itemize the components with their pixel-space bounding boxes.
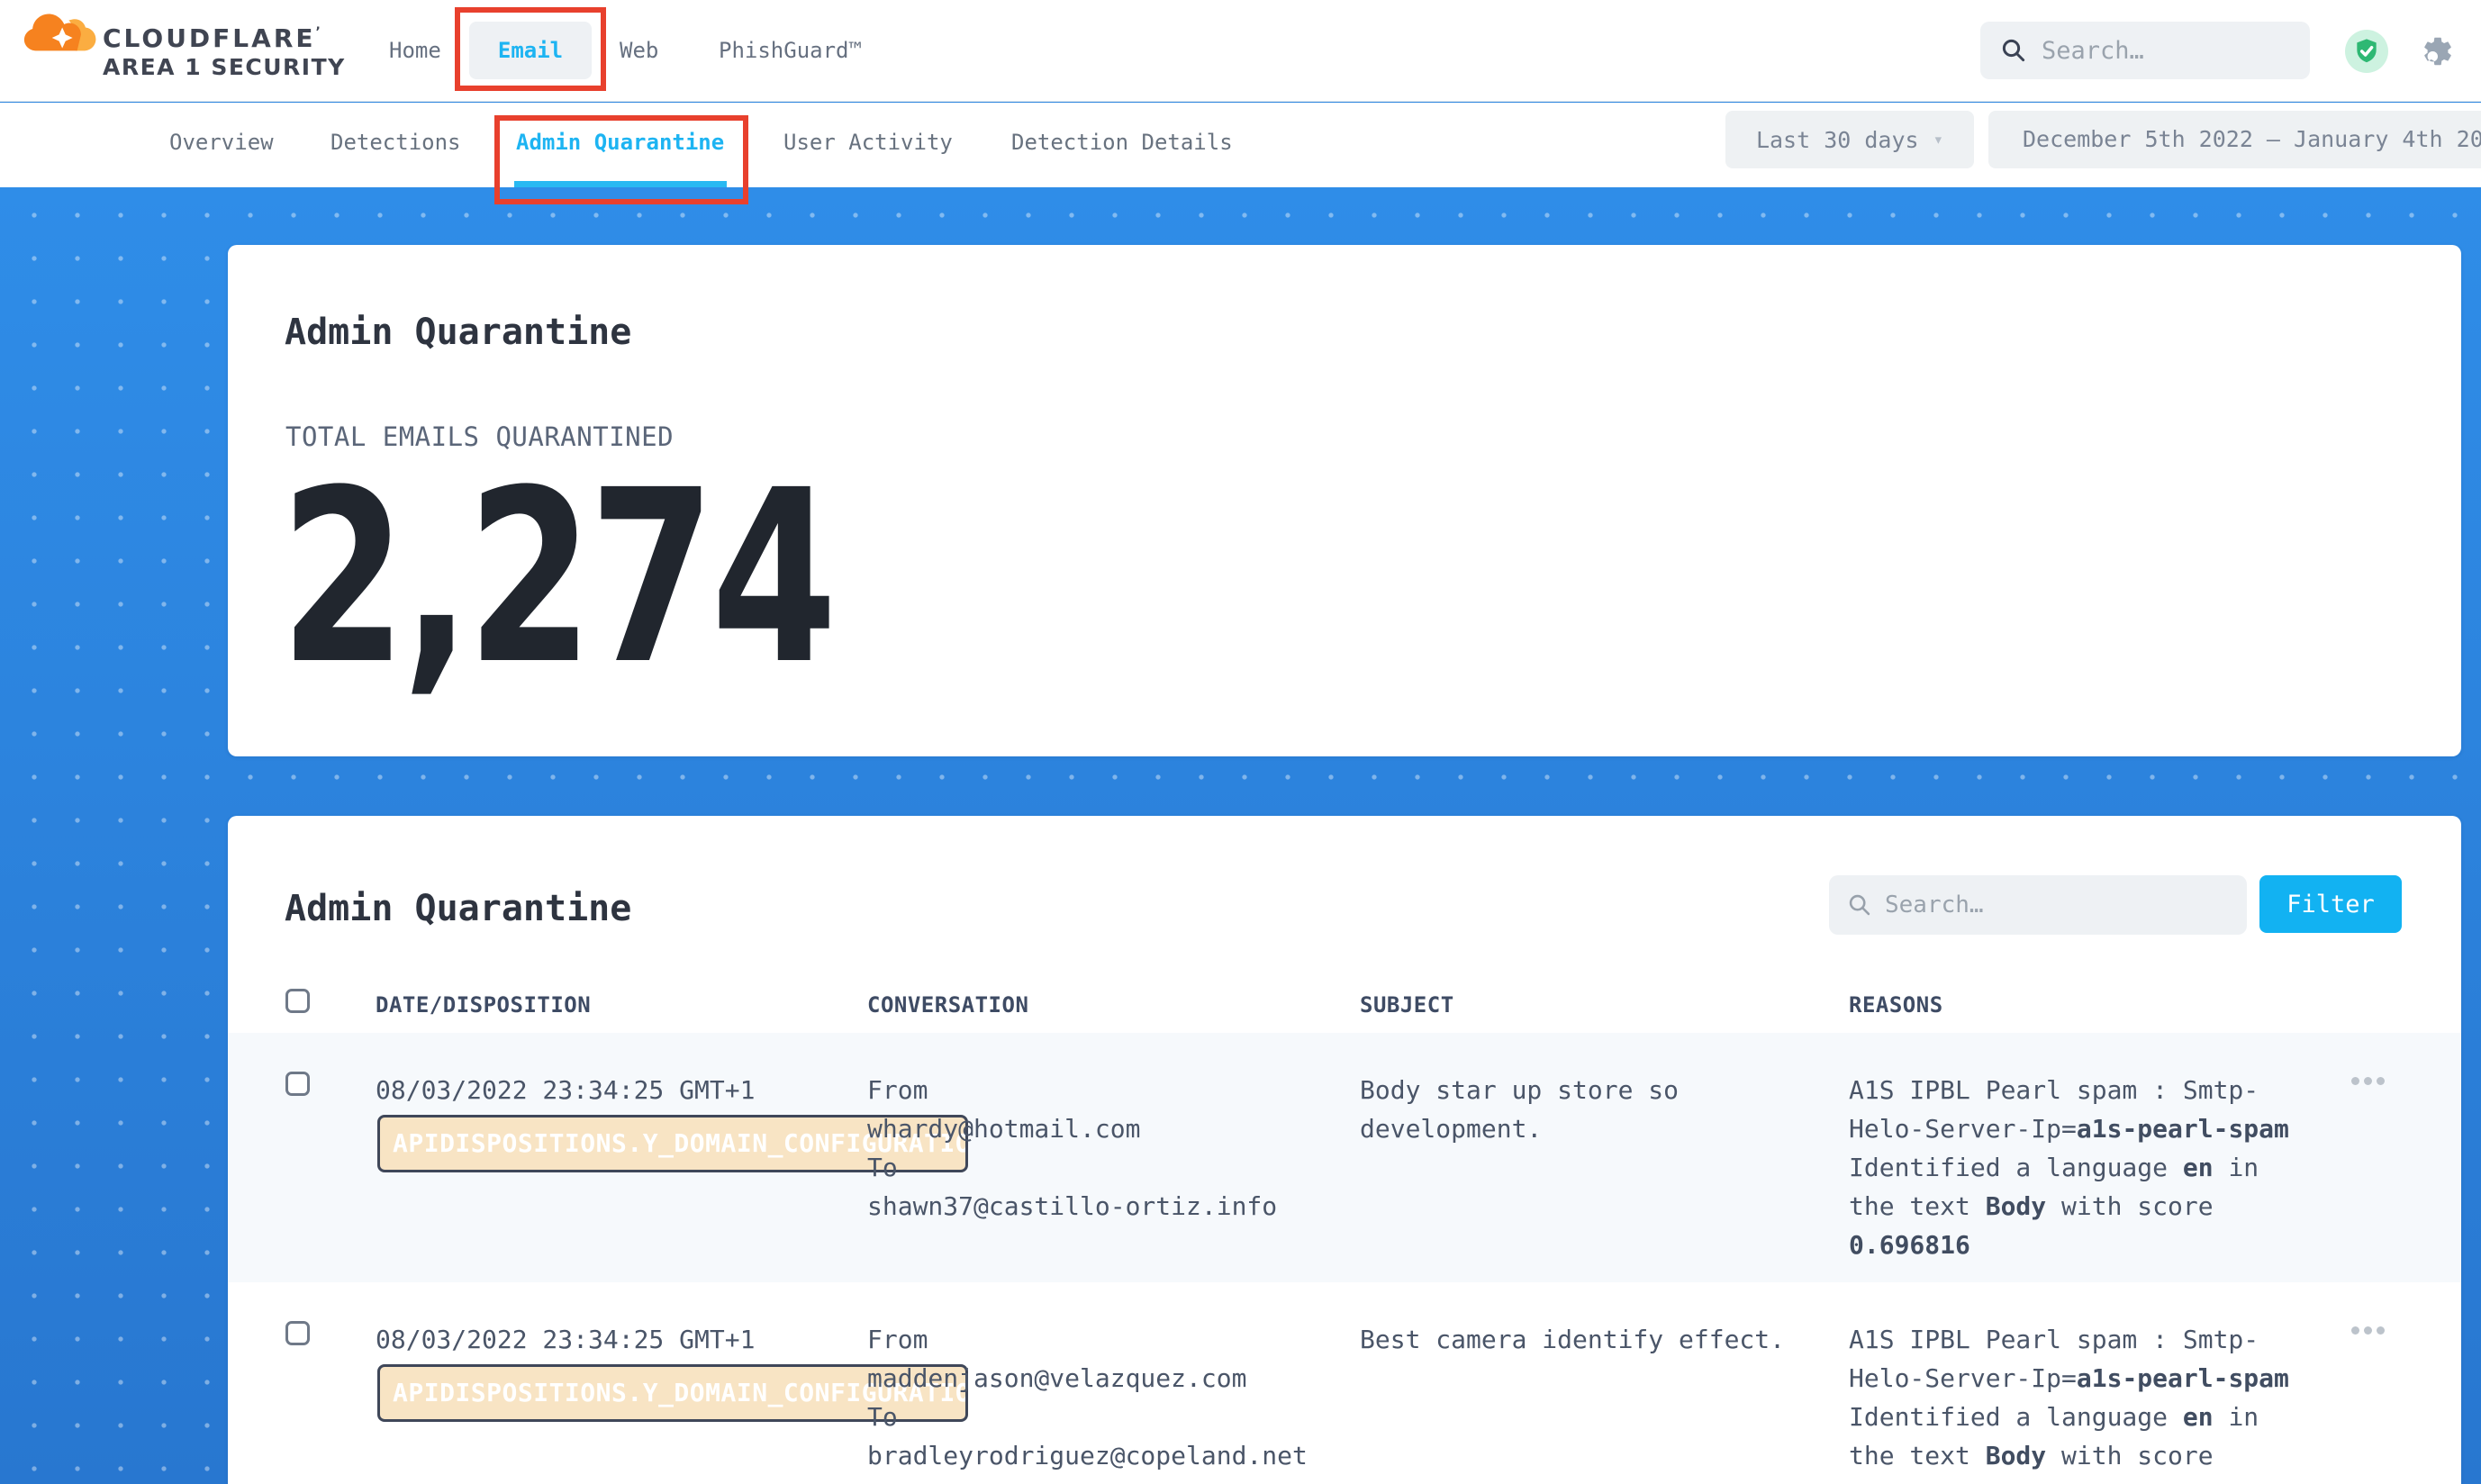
email-subnav: Overview Detections Admin Quarantine Use… xyxy=(0,103,2481,187)
ellipsis-icon xyxy=(2351,1326,2359,1335)
top-header: CLOUDFLARE’ AREA 1 SECURITY Home Email W… xyxy=(0,0,2481,102)
filter-button[interactable]: Filter xyxy=(2259,875,2402,933)
column-header-subject[interactable]: SUBJECT xyxy=(1360,992,1454,1018)
table-row: 08/03/2022 23:34:25 GMT+1 APIDISPOSITION… xyxy=(228,1282,2461,1484)
row-date: 08/03/2022 23:34:25 GMT+1 xyxy=(376,1320,867,1359)
global-search[interactable] xyxy=(1980,22,2310,79)
brand-trademark: ’ xyxy=(316,25,323,40)
topnav-item-home[interactable]: Home xyxy=(389,0,441,102)
subtab-detection-details[interactable]: Detection Details xyxy=(1011,103,1233,187)
row-subject: Body star up store so development. xyxy=(1360,1071,1815,1148)
subtab-user-activity[interactable]: User Activity xyxy=(783,103,953,187)
protection-status-badge[interactable] xyxy=(2345,30,2388,73)
to-label: To xyxy=(867,1148,1331,1187)
quarantine-card-title: Admin Quarantine xyxy=(285,888,631,929)
date-range-display[interactable]: December 5th 2022 — January 4th 2023 xyxy=(1988,111,2481,168)
row-checkbox[interactable] xyxy=(285,1321,310,1345)
table-row: 08/03/2022 23:34:25 GMT+1 APIDISPOSITION… xyxy=(228,1033,2461,1282)
period-dropdown-label: Last 30 days xyxy=(1756,127,1919,153)
period-dropdown[interactable]: Last 30 days ▾ xyxy=(1725,111,1974,168)
to-label: To xyxy=(867,1398,1331,1436)
global-search-input[interactable] xyxy=(2042,37,2294,65)
summary-card: Admin Quarantine TOTAL EMAILS QUARANTINE… xyxy=(228,245,2461,756)
topnav-item-web[interactable]: Web xyxy=(620,0,658,102)
ellipsis-icon xyxy=(2351,1077,2359,1085)
cloudflare-logo-icon[interactable] xyxy=(22,7,99,59)
row-conversation: From whardy@hotmail.com To shawn37@casti… xyxy=(867,1071,1331,1226)
subtab-admin-quarantine[interactable]: Admin Quarantine xyxy=(516,103,724,187)
from-address: maddenjason@velazquez.com xyxy=(867,1359,1331,1398)
table-search-input[interactable] xyxy=(1885,891,2191,918)
row-reasons: A1S IPBL Pearl spam : Smtp-Helo-Server-I… xyxy=(1849,1071,2304,1264)
topnav-item-phishguard[interactable]: PhishGuard™ xyxy=(719,0,862,102)
column-header-conversation[interactable]: CONVERSATION xyxy=(867,992,1028,1018)
from-label: From xyxy=(867,1071,1331,1109)
row-checkbox[interactable] xyxy=(285,1072,310,1096)
chevron-down-icon: ▾ xyxy=(1933,130,1943,149)
subtab-detections[interactable]: Detections xyxy=(330,103,461,187)
active-tab-underline xyxy=(514,181,727,187)
summary-card-title: Admin Quarantine xyxy=(285,312,631,353)
search-icon xyxy=(2000,37,2027,64)
column-header-date[interactable]: DATE/DISPOSITION xyxy=(376,992,591,1018)
table-search[interactable] xyxy=(1829,875,2247,935)
to-address: shawn37@castillo-ortiz.info xyxy=(867,1187,1331,1226)
quarantine-table-card: Admin Quarantine Filter DATE/DISPOSITION… xyxy=(228,816,2461,1484)
brand-name: CLOUDFLARE’ xyxy=(103,23,323,53)
subtab-overview[interactable]: Overview xyxy=(169,103,274,187)
metric-value: 2,274 xyxy=(280,459,833,698)
select-all-checkbox[interactable] xyxy=(285,989,310,1013)
brand-subtitle: AREA 1 SECURITY xyxy=(103,54,346,80)
row-date: 08/03/2022 23:34:25 GMT+1 xyxy=(376,1071,867,1109)
from-label: From xyxy=(867,1320,1331,1359)
row-actions-menu-button[interactable] xyxy=(2351,1326,2385,1335)
shield-check-icon xyxy=(2352,37,2381,66)
row-conversation: From maddenjason@velazquez.com To bradle… xyxy=(867,1320,1331,1475)
from-address: whardy@hotmail.com xyxy=(867,1109,1331,1148)
column-header-reasons[interactable]: REASONS xyxy=(1849,992,1943,1018)
search-icon xyxy=(1847,892,1872,918)
table-header-row: DATE/DISPOSITION CONVERSATION SUBJECT RE… xyxy=(228,969,2461,1033)
row-reasons: A1S IPBL Pearl spam : Smtp-Helo-Server-I… xyxy=(1849,1320,2304,1484)
topnav-item-email[interactable]: Email xyxy=(469,22,592,79)
settings-gear-icon[interactable] xyxy=(2421,34,2455,68)
area1-dashboard: CLOUDFLARE’ AREA 1 SECURITY Home Email W… xyxy=(0,0,2481,1484)
to-address: bradleyrodriguez@copeland.net xyxy=(867,1436,1331,1475)
row-subject: Best camera identify effect. xyxy=(1360,1320,1815,1359)
row-actions-menu-button[interactable] xyxy=(2351,1077,2385,1085)
